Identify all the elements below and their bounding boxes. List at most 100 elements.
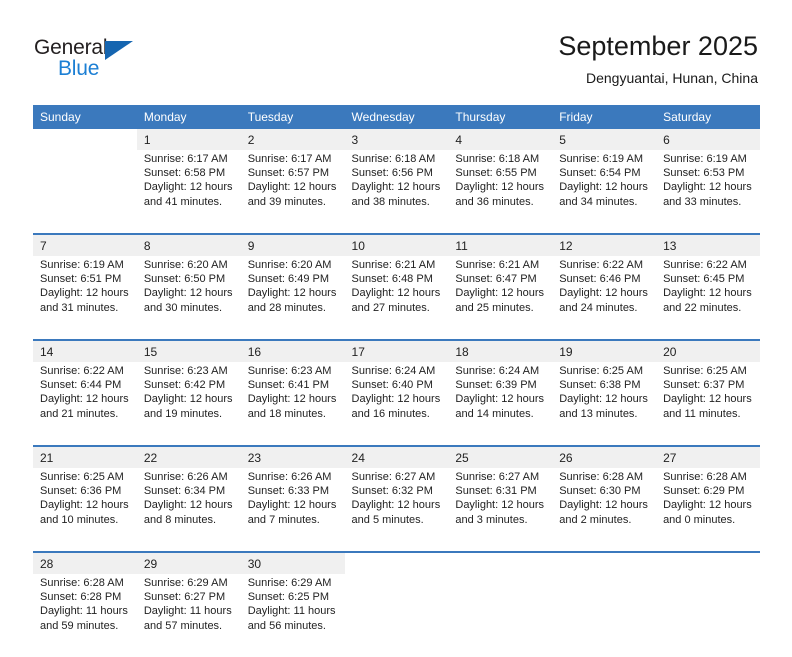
day-detail-cell[interactable]: Sunrise: 6:25 AM Sunset: 6:37 PM Daylight:…: [656, 362, 760, 446]
sunset-text: Sunset: 6:54 PM: [559, 167, 641, 180]
day-detail-cell[interactable]: Sunrise: 6:28 AM Sunset: 6:29 PM Daylight:…: [656, 468, 760, 552]
day-detail-cell[interactable]: Sunrise: 6:21 AM Sunset: 6:48 PM Daylight:…: [344, 256, 449, 340]
sunrise-text: Sunrise: 6:26 AM: [247, 471, 332, 483]
day-number-cell[interactable]: 6: [656, 129, 760, 150]
day-detail-cell[interactable]: Sunrise: 6:21 AM Sunset: 6:47 PM Daylight:…: [448, 256, 553, 340]
day-number-cell[interactable]: 4: [448, 129, 553, 150]
sunrise-text: Sunrise: 6:22 AM: [559, 259, 643, 271]
calendar-grid: Sunday Monday Tuesday Wednesday Thursday…: [33, 105, 760, 657]
day-detail-cell[interactable]: Sunrise: 6:26 AM Sunset: 6:33 PM Daylight:…: [240, 468, 345, 552]
day-number-cell[interactable]: 24: [344, 445, 449, 468]
day-number-cell[interactable]: 20: [656, 339, 760, 362]
day-number-cell[interactable]: 7: [33, 233, 137, 256]
day-detail-cell[interactable]: Sunrise: 6:17 AM Sunset: 6:58 PM Daylight:…: [136, 150, 241, 234]
week-daynumber-row: 14 15 16 17 18 19 20: [33, 339, 760, 362]
day-detail-cell[interactable]: Sunrise: 6:27 AM Sunset: 6:31 PM Daylight:…: [448, 468, 553, 552]
daylight-text-cont: and 8 minutes.: [143, 513, 216, 526]
day-number-cell[interactable]: 2: [240, 129, 345, 150]
day-number-cell[interactable]: 1: [136, 129, 241, 150]
daylight-text: Daylight: 12 hours: [247, 287, 337, 300]
day-number-cell[interactable]: 12: [552, 233, 657, 256]
day-number-cell[interactable]: 13: [656, 233, 760, 256]
day-detail-cell[interactable]: Sunrise: 6:19 AM Sunset: 6:53 PM Daylight:…: [656, 150, 760, 234]
day-detail-cell[interactable]: Sunrise: 6:23 AM Sunset: 6:42 PM Daylight:…: [136, 362, 241, 446]
day-number-cell[interactable]: 5: [552, 129, 657, 150]
daylight-text-cont: and 57 minutes.: [143, 619, 223, 632]
sunrise-text: Sunrise: 6:22 AM: [663, 259, 747, 271]
daylight-text-cont: and 3 minutes.: [455, 513, 528, 526]
day-detail-cell[interactable]: Sunrise: 6:20 AM Sunset: 6:49 PM Daylight:…: [240, 256, 345, 340]
day-detail-cell[interactable]: Sunrise: 6:28 AM Sunset: 6:28 PM Daylight:…: [33, 574, 137, 657]
day-number-cell[interactable]: 29: [136, 551, 241, 574]
day-number-cell[interactable]: 11: [448, 233, 553, 256]
sunrise-text: Sunrise: 6:20 AM: [143, 259, 228, 271]
day-detail-cell[interactable]: Sunrise: 6:22 AM Sunset: 6:46 PM Daylight:…: [552, 256, 657, 340]
sunset-text: Sunset: 6:46 PM: [559, 273, 641, 286]
day-number-cell[interactable]: 21: [33, 445, 137, 468]
day-detail-cell[interactable]: Sunrise: 6:18 AM Sunset: 6:56 PM Daylight:…: [344, 150, 449, 234]
sunrise-text: Sunrise: 6:18 AM: [351, 153, 436, 165]
day-number-cell[interactable]: 27: [656, 445, 760, 468]
general-blue-logo[interactable]: General Blue: [34, 36, 164, 84]
daylight-text: Daylight: 12 hours: [143, 499, 233, 512]
sunset-text: Sunset: 6:57 PM: [247, 167, 330, 180]
title-block: September 2025 Dengyuantai, Hunan, China: [558, 30, 758, 87]
day-detail-cell[interactable]: Sunrise: 6:25 AM Sunset: 6:36 PM Daylight:…: [33, 468, 137, 552]
day-number-cell[interactable]: 17: [344, 339, 449, 362]
day-detail-empty: [656, 574, 760, 657]
day-detail-cell[interactable]: Sunrise: 6:22 AM Sunset: 6:45 PM Daylight:…: [656, 256, 760, 340]
day-detail-cell[interactable]: Sunrise: 6:18 AM Sunset: 6:55 PM Daylight:…: [448, 150, 553, 234]
day-number-cell[interactable]: 26: [552, 445, 657, 468]
day-detail-cell[interactable]: Sunrise: 6:29 AM Sunset: 6:27 PM Daylight:…: [136, 574, 241, 657]
day-number-cell[interactable]: 22: [136, 445, 241, 468]
day-number-cell[interactable]: 16: [240, 339, 345, 362]
calendar-body: 1 2 3 4 5 6 Sunrise: 6:17 AM Sunset: 6:58 PM Day…: [33, 129, 760, 657]
sunset-text: Sunset: 6:42 PM: [143, 379, 226, 392]
sunrise-text: Sunrise: 6:19 AM: [40, 259, 124, 271]
page-title: September 2025: [558, 31, 758, 61]
day-detail-cell[interactable]: Sunrise: 6:19 AM Sunset: 6:51 PM Daylight:…: [33, 256, 137, 340]
daylight-text-cont: and 21 minutes.: [40, 407, 119, 420]
day-number-cell[interactable]: 18: [448, 339, 553, 362]
day-detail-cell[interactable]: Sunrise: 6:17 AM Sunset: 6:57 PM Daylight:…: [240, 150, 345, 234]
logo-word-blue: Blue: [58, 57, 100, 80]
daylight-text-cont: and 30 minutes.: [143, 301, 223, 314]
day-detail-cell[interactable]: Sunrise: 6:19 AM Sunset: 6:54 PM Daylight:…: [552, 150, 657, 234]
day-number-cell[interactable]: 9: [240, 233, 345, 256]
sunrise-text: Sunrise: 6:17 AM: [143, 153, 228, 165]
day-detail-cell[interactable]: Sunrise: 6:29 AM Sunset: 6:25 PM Daylight:…: [240, 574, 345, 657]
day-number-cell[interactable]: 30: [240, 551, 345, 574]
day-detail-cell[interactable]: Sunrise: 6:23 AM Sunset: 6:41 PM Daylight:…: [240, 362, 345, 446]
day-detail-cell[interactable]: Sunrise: 6:28 AM Sunset: 6:30 PM Daylight:…: [552, 468, 657, 552]
daylight-text: Daylight: 12 hours: [663, 393, 752, 406]
daylight-text: Daylight: 12 hours: [351, 393, 441, 406]
sunset-text: Sunset: 6:48 PM: [351, 273, 433, 286]
daylight-text: Daylight: 12 hours: [351, 181, 441, 194]
sunrise-text: Sunrise: 6:28 AM: [663, 471, 747, 483]
day-number-cell[interactable]: 25: [448, 445, 553, 468]
sunset-text: Sunset: 6:37 PM: [663, 379, 745, 392]
day-number-cell[interactable]: 23: [240, 445, 345, 468]
day-detail-cell[interactable]: Sunrise: 6:24 AM Sunset: 6:40 PM Daylight:…: [344, 362, 449, 446]
page-subtitle: Dengyuantai, Hunan, China: [585, 70, 758, 86]
day-number-cell[interactable]: 19: [552, 339, 657, 362]
sunset-text: Sunset: 6:36 PM: [40, 485, 122, 498]
daylight-text-cont: and 16 minutes.: [351, 407, 430, 420]
daylight-text: Daylight: 12 hours: [663, 181, 752, 194]
sunset-text: Sunset: 6:55 PM: [455, 167, 537, 180]
daylight-text-cont: and 38 minutes.: [351, 195, 430, 208]
day-number-cell[interactable]: 14: [33, 339, 137, 362]
day-detail-cell[interactable]: Sunrise: 6:27 AM Sunset: 6:32 PM Daylight:…: [344, 468, 449, 552]
day-detail-cell[interactable]: Sunrise: 6:26 AM Sunset: 6:34 PM Daylight:…: [136, 468, 241, 552]
day-number-cell[interactable]: 8: [136, 233, 241, 256]
day-detail-cell[interactable]: Sunrise: 6:24 AM Sunset: 6:39 PM Daylight:…: [448, 362, 553, 446]
day-number-cell[interactable]: 3: [344, 129, 449, 150]
day-detail-cell[interactable]: Sunrise: 6:22 AM Sunset: 6:44 PM Daylight:…: [33, 362, 137, 446]
day-detail-cell[interactable]: Sunrise: 6:25 AM Sunset: 6:38 PM Daylight:…: [552, 362, 657, 446]
day-number-cell[interactable]: 10: [344, 233, 449, 256]
day-number-cell[interactable]: 15: [136, 339, 241, 362]
day-number-cell[interactable]: 28: [33, 551, 137, 574]
day-detail-cell[interactable]: Sunrise: 6:20 AM Sunset: 6:50 PM Daylight:…: [136, 256, 241, 340]
sunrise-text: Sunrise: 6:24 AM: [351, 365, 436, 377]
sunset-text: Sunset: 6:53 PM: [663, 167, 745, 180]
